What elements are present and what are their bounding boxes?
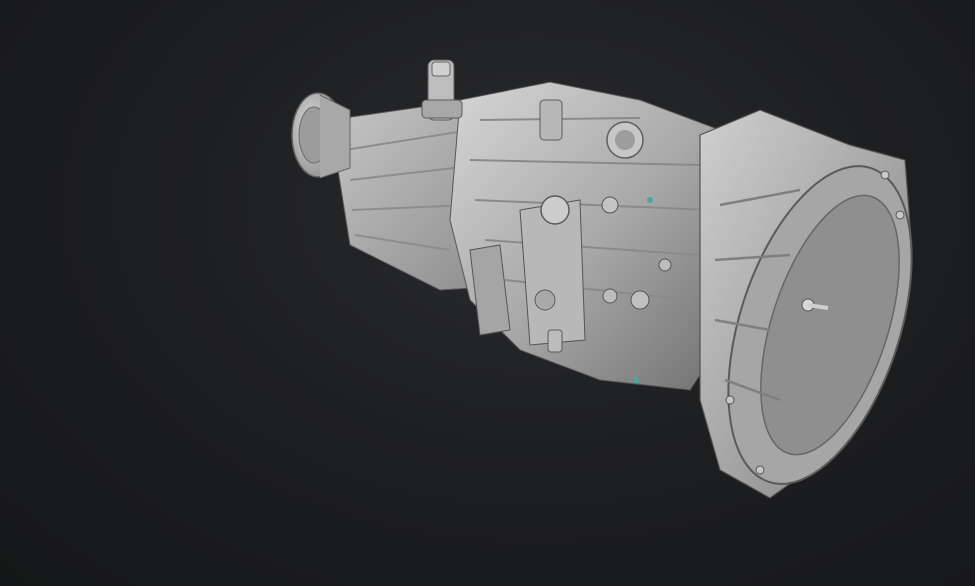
output-flange [291,92,351,179]
gearbox-model[interactable] [0,0,975,586]
3d-viewport[interactable] [0,0,975,586]
bell-housing [699,109,913,499]
speed-sensor [421,59,463,121]
